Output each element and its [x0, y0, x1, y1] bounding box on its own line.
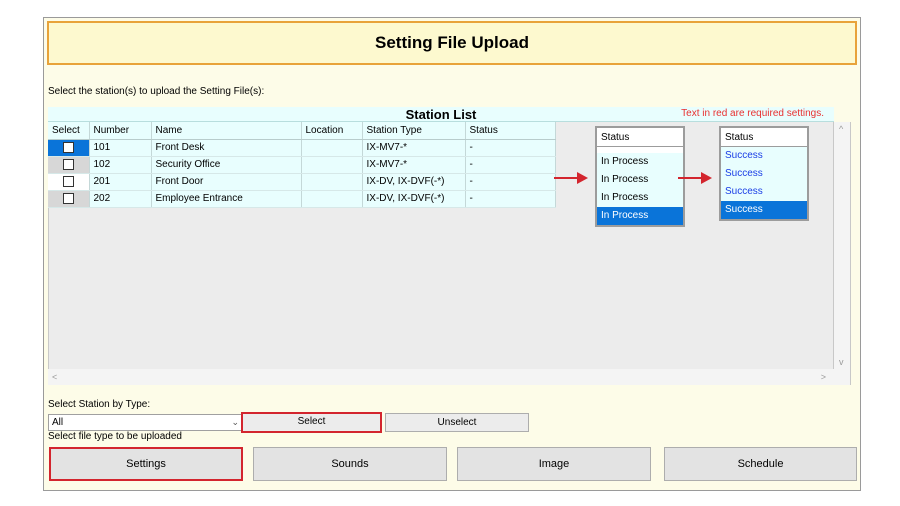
status-popup-header: Status — [597, 128, 683, 147]
station-name: Front Desk — [151, 139, 302, 157]
station-location — [301, 139, 363, 157]
row-select-cell[interactable] — [48, 190, 90, 208]
unselect-button[interactable]: Unselect — [385, 413, 529, 432]
station-list-header: Station List Text in red are required se… — [48, 107, 834, 122]
station-type: IX-DV, IX-DVF(-*) — [362, 190, 466, 208]
status-item: Success — [721, 147, 807, 165]
station-name: Employee Entrance — [151, 190, 302, 208]
scroll-down-icon[interactable]: v — [839, 357, 844, 367]
station-type: IX-DV, IX-DVF(-*) — [362, 173, 466, 191]
status-item: In Process — [597, 153, 683, 171]
scroll-up-icon[interactable]: ^ — [839, 124, 843, 134]
select-button[interactable]: Select — [241, 412, 382, 433]
station-name: Security Office — [151, 156, 302, 174]
column-header-name[interactable]: Name — [151, 122, 302, 140]
station-location — [301, 156, 363, 174]
station-type-select-value: All — [52, 417, 64, 428]
status-item: In Process — [597, 189, 683, 207]
status-popup-in-process: Status In Process In Process In Process … — [595, 126, 685, 227]
chevron-down-icon[interactable]: ⌄ — [231, 415, 239, 430]
table-row[interactable]: 202 Employee Entrance IX-DV, IX-DVF(-*) … — [48, 190, 556, 208]
column-header-number[interactable]: Number — [89, 122, 152, 140]
station-name: Front Door — [151, 173, 302, 191]
scroll-right-icon[interactable]: > — [821, 372, 826, 382]
settings-button[interactable]: Settings — [49, 447, 243, 481]
vertical-scrollbar[interactable]: ^ v — [834, 122, 851, 385]
table-row[interactable]: 101 Front Desk IX-MV7-* - — [48, 139, 556, 157]
setting-file-upload-panel: Setting File Upload Select the station(s… — [43, 17, 861, 491]
station-type: IX-MV7-* — [362, 139, 466, 157]
schedule-button[interactable]: Schedule — [664, 447, 857, 481]
station-number: 101 — [89, 139, 152, 157]
select-stations-instruction: Select the station(s) to upload the Sett… — [48, 86, 265, 97]
station-number: 201 — [89, 173, 152, 191]
column-header-location[interactable]: Location — [301, 122, 363, 140]
column-header-station-type[interactable]: Station Type — [362, 122, 466, 140]
row-select-cell[interactable] — [48, 139, 90, 157]
page-title: Setting File Upload — [47, 21, 857, 65]
station-type-select[interactable]: All ⌄ — [48, 414, 244, 431]
table-header-row: Select Number Name Location Station Type… — [48, 122, 556, 140]
table-row[interactable]: 201 Front Door IX-DV, IX-DVF(-*) - — [48, 173, 556, 191]
status-popup-success: Status Success Success Success Success — [719, 126, 809, 221]
image-button[interactable]: Image — [457, 447, 651, 481]
station-location — [301, 190, 363, 208]
table-row[interactable]: 102 Security Office IX-MV7-* - — [48, 156, 556, 174]
station-status: - — [465, 156, 556, 174]
file-type-label: Select file type to be uploaded — [48, 431, 182, 442]
column-header-select[interactable]: Select — [48, 122, 90, 140]
required-settings-note: Text in red are required settings. — [681, 108, 824, 119]
row-select-cell[interactable] — [48, 156, 90, 174]
scroll-left-icon[interactable]: < — [52, 372, 57, 382]
select-by-type-label: Select Station by Type: — [48, 399, 151, 410]
station-status: - — [465, 139, 556, 157]
status-item: Success — [721, 201, 807, 219]
horizontal-scrollbar[interactable]: < > — [48, 369, 834, 385]
row-checkbox[interactable] — [62, 141, 74, 153]
station-number: 102 — [89, 156, 152, 174]
status-item: In Process — [597, 207, 683, 225]
station-number: 202 — [89, 190, 152, 208]
station-table: Select Number Name Location Station Type… — [48, 122, 556, 208]
red-arrow-icon — [678, 172, 712, 184]
station-location — [301, 173, 363, 191]
red-arrow-icon — [554, 172, 588, 184]
row-checkbox[interactable] — [62, 158, 74, 170]
status-item: Success — [721, 183, 807, 201]
status-item: Success — [721, 165, 807, 183]
row-checkbox[interactable] — [62, 175, 74, 187]
status-popup-header: Status — [721, 128, 807, 147]
row-select-cell[interactable] — [48, 173, 90, 191]
status-item: In Process — [597, 171, 683, 189]
station-status: - — [465, 173, 556, 191]
station-status: - — [465, 190, 556, 208]
station-type: IX-MV7-* — [362, 156, 466, 174]
column-header-status[interactable]: Status — [465, 122, 556, 140]
row-checkbox[interactable] — [62, 192, 74, 204]
sounds-button[interactable]: Sounds — [253, 447, 447, 481]
